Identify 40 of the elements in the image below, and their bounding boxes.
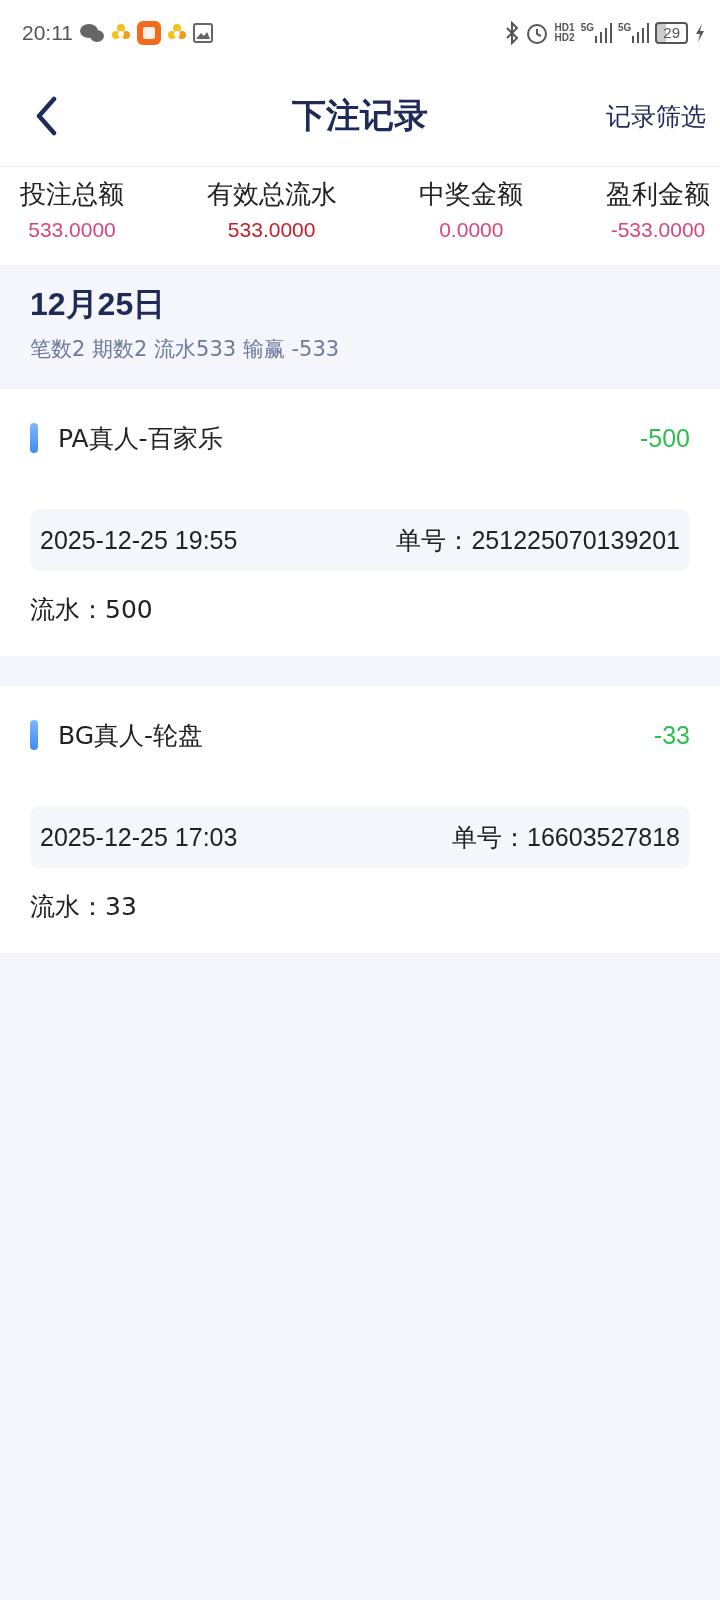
accent-bar [30,423,38,453]
result-amount: -33 [653,720,690,750]
signal-icon [631,22,650,44]
bet-time: 2025-12-25 17:03 [40,822,238,852]
hd-label: HD2 [554,33,575,43]
signal-icon [593,22,612,44]
result-amount: -500 [639,423,690,453]
app-icon [137,21,161,45]
status-time: 20:11 [22,21,73,45]
summary-value: -533.0000 [610,218,706,242]
summary-value: 533.0000 [227,218,316,242]
charging-icon [694,23,706,43]
network-label: 5G [617,22,632,33]
day-date: 12月25日 [30,285,167,324]
battery-icon: 29 [655,22,688,44]
network-label: 5G [580,22,594,33]
filter-link[interactable]: 记录筛选 [606,99,706,133]
page-title: 下注记录 [292,94,428,137]
summary-value: 533.0000 [28,218,116,242]
back-icon [34,96,58,136]
summary-label: 有效总流水 [206,178,337,211]
order-number: 单号：251225070139201 [396,524,680,556]
bluetooth-icon [504,21,519,45]
summary-label: 盈利金额 [605,178,710,211]
summary-label: 中奖金额 [419,178,524,211]
alarm-icon [524,21,549,45]
image-icon [193,23,213,43]
bet-time: 2025-12-25 19:55 [40,525,238,555]
day-stats: 笔数2 期数2 流水533 输赢 -533 [30,336,341,363]
chat-icon [79,23,105,43]
game-name: PA真人-百家乐 [58,422,224,455]
accent-bar [30,720,38,750]
back-button[interactable] [34,96,58,136]
game-name: BG真人-轮盘 [58,719,205,752]
hd-label: HD1 [554,23,575,33]
turnover: 流水：500 [30,594,154,626]
turnover: 流水：33 [30,891,138,923]
summary-label: 投注总额 [20,178,124,211]
summary-value: 0.0000 [439,218,504,242]
order-number: 单号：16603527818 [452,821,680,853]
